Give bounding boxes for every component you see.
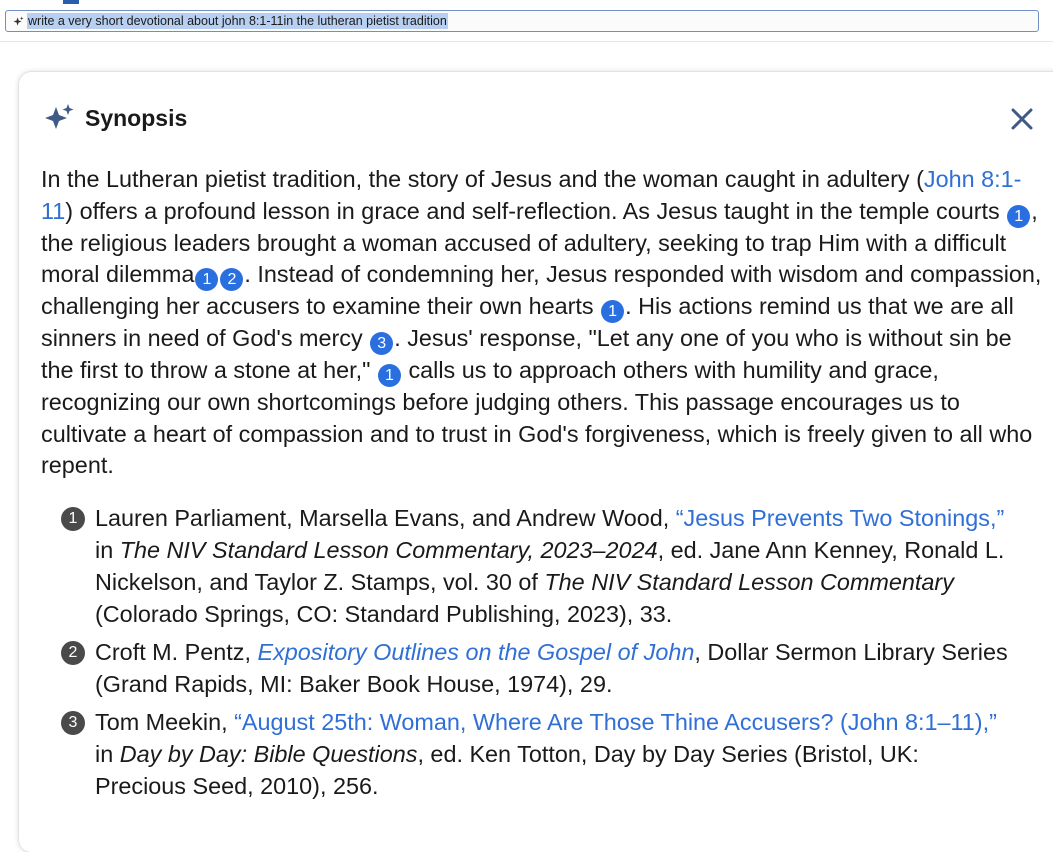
reference-authors: Lauren Parliament, Marsella Evans, and A… xyxy=(95,505,676,531)
reference-title: Day by Day: Bible Questions xyxy=(119,741,418,767)
sparkle-icon xyxy=(45,104,74,129)
reference-item: 2 Croft M. Pentz, Expository Outlines on… xyxy=(61,636,1011,700)
reference-authors: Croft M. Pentz, xyxy=(95,639,258,665)
reference-authors: Tom Meekin, xyxy=(95,709,235,735)
header-divider xyxy=(0,41,1053,42)
reference-link[interactable]: “August 25th: Woman, Where Are Those Thi… xyxy=(234,709,997,735)
synopsis-segment: ) offers a profound lesson in grace and … xyxy=(65,197,1000,224)
reference-link[interactable]: Expository Outlines on the Gospel of Joh… xyxy=(257,639,694,665)
close-icon[interactable] xyxy=(1009,106,1035,132)
search-input[interactable]: write a very short devotional about john… xyxy=(5,10,1039,32)
reference-series: The NIV Standard Lesson Commentary xyxy=(544,569,954,595)
panel-title: Synopsis xyxy=(85,104,188,131)
reference-list: 1 Lauren Parliament, Marsella Evans, and… xyxy=(61,502,1011,808)
citation-badge[interactable]: 1 xyxy=(601,300,625,324)
reference-text: in xyxy=(95,741,120,767)
reference-text: (Colorado Springs, CO: Standard Publishi… xyxy=(95,601,673,627)
reference-number-badge: 1 xyxy=(61,507,85,531)
reference-link[interactable]: “Jesus Prevents Two Stonings,” xyxy=(676,505,1005,531)
citation-badge[interactable]: 1 xyxy=(195,268,219,292)
citation-badge[interactable]: 2 xyxy=(220,268,244,292)
citation-badge[interactable]: 1 xyxy=(1007,204,1031,228)
synopsis-segment: In the Lutheran pietist tradition, the s… xyxy=(41,166,924,192)
panel-header: Synopsis xyxy=(43,102,187,134)
reference-item: 3 Tom Meekin, “August 25th: Woman, Where… xyxy=(61,706,1011,802)
citation-badge[interactable]: 3 xyxy=(370,332,394,356)
reference-text: in xyxy=(95,537,120,563)
top-tab-indicator xyxy=(63,0,79,4)
search-query-text[interactable]: write a very short devotional about john… xyxy=(27,13,448,29)
reference-item: 1 Lauren Parliament, Marsella Evans, and… xyxy=(61,502,1011,630)
synopsis-text: In the Lutheran pietist tradition, the s… xyxy=(41,164,1045,482)
citation-badge[interactable]: 1 xyxy=(377,364,401,388)
reference-title: The NIV Standard Lesson Commentary, 2023… xyxy=(119,537,658,563)
reference-number-badge: 3 xyxy=(61,711,85,735)
reference-number-badge: 2 xyxy=(61,641,85,665)
synopsis-panel: Synopsis In the Lutheran pietist traditi… xyxy=(19,72,1053,852)
sparkle-icon xyxy=(13,15,24,26)
